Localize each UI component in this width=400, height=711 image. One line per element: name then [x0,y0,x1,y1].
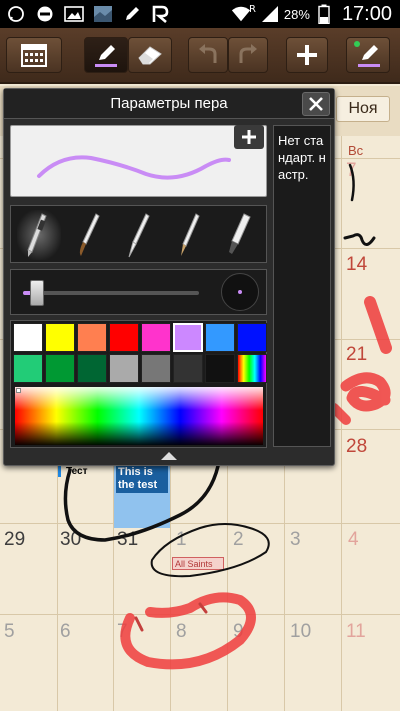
pen-type-thin-brush[interactable] [117,210,161,260]
spectrum-marker [16,388,21,393]
day-cell[interactable]: 7 [117,621,128,643]
color-swatch[interactable] [173,354,203,383]
color-swatch[interactable] [173,323,203,352]
battery-percent: 28% [283,6,310,22]
day-cell[interactable]: 9 [233,621,244,643]
calendar-icon [21,44,47,67]
pen-settings-icon [354,41,380,67]
color-swatch[interactable] [13,354,43,383]
pen-size-panel [10,269,267,315]
expand-arrow-icon[interactable] [161,452,177,460]
pen-icon [122,4,142,24]
color-swatch[interactable] [237,323,267,352]
color-swatch[interactable] [45,354,75,383]
day-cell[interactable]: 28 [346,436,367,458]
pen-size-slider-track[interactable] [23,291,199,295]
pen-tool-button[interactable] [84,37,128,73]
pen-type-pencil[interactable] [167,210,211,260]
status-bar: R 28% 17:00 [0,0,400,28]
month-tab[interactable]: Ноя [336,96,390,122]
undo-button[interactable] [188,37,228,73]
pencil-icon [181,213,200,256]
color-palette [10,320,267,448]
color-swatch[interactable] [109,323,139,352]
close-icon [309,97,323,111]
preset-empty-label: Нет стандарт. настр. [278,133,326,182]
pen-type-marker[interactable] [217,210,261,260]
close-button[interactable] [302,92,330,116]
add-button[interactable] [286,37,328,73]
color-swatch[interactable] [141,354,171,383]
color-swatch[interactable] [205,354,235,383]
day-cell[interactable]: 14 [346,254,367,276]
brush-icon [79,213,100,256]
color-swatch[interactable] [141,323,171,352]
day-cell[interactable]: 4 [348,529,359,551]
marker-icon [229,213,251,254]
add-preset-button[interactable] [234,125,264,149]
do-not-disturb-icon [35,4,55,24]
color-swatch[interactable] [77,323,107,352]
day-cell[interactable]: 2 [233,529,244,551]
color-swatch[interactable] [45,323,75,352]
r-app-icon [151,4,171,24]
event-all-saints[interactable]: All Saints [172,557,224,570]
event-test[interactable]: Тест [58,466,88,477]
battery-icon [314,4,334,24]
pen-icon [95,45,117,67]
toolbar [0,28,400,84]
color-swatch[interactable] [77,354,107,383]
pen-settings-button[interactable] [346,37,390,73]
plus-icon [242,130,256,144]
network-type-label: R [248,3,256,15]
undo-icon [199,44,217,63]
eraser-tool-button[interactable] [128,37,172,73]
color-swatch[interactable] [237,354,267,383]
thin-brush-icon [128,213,150,258]
day-cell[interactable]: 10 [290,621,311,643]
eraser-icon [138,46,162,65]
pen-size-preview [221,273,259,311]
redo-button[interactable] [228,37,268,73]
stroke-preview-curve [37,155,231,180]
redo-icon [239,44,257,63]
day-cell[interactable]: 29 [4,529,25,551]
whatsapp-icon [6,4,26,24]
day-cell[interactable]: 11 [346,621,366,643]
gallery-icon [64,4,84,24]
plus-icon [297,45,317,65]
wifi-icon [231,4,251,24]
stroke-preview [10,125,267,197]
day-cell[interactable]: 3 [290,529,301,551]
day-cell[interactable]: 8 [176,621,187,643]
photo-icon [93,4,113,24]
pen-size-slider-thumb[interactable] [29,280,44,306]
color-swatch[interactable] [13,323,43,352]
calendar-view-button[interactable] [6,37,62,73]
day-cell[interactable]: 31 [117,529,138,551]
fountain-pen-icon [27,213,47,257]
day-cell[interactable]: 21 [346,344,367,366]
day-cell[interactable]: 7 [346,160,357,182]
day-cell[interactable]: 1 [176,529,187,551]
day-cell[interactable]: 30 [60,529,81,551]
color-swatch[interactable] [205,323,235,352]
clock: 17:00 [341,2,392,25]
preset-panel: Нет стандарт. настр. [273,125,331,447]
color-spectrum-picker[interactable] [15,387,263,445]
pen-type-selector [10,205,267,263]
pen-type-fountain[interactable] [17,210,61,260]
event-this-is-test[interactable]: This is the test [116,465,168,493]
pen-type-brush[interactable] [67,210,111,260]
day-cell[interactable]: 6 [60,621,71,643]
color-swatch[interactable] [109,354,139,383]
signal-icon [260,4,280,24]
day-cell[interactable]: 5 [4,621,15,643]
pen-size-dot [238,290,242,294]
pen-settings-dialog: Параметры пера Нет стандарт. настр. [3,88,335,466]
dialog-title: Параметры пера [110,95,228,112]
